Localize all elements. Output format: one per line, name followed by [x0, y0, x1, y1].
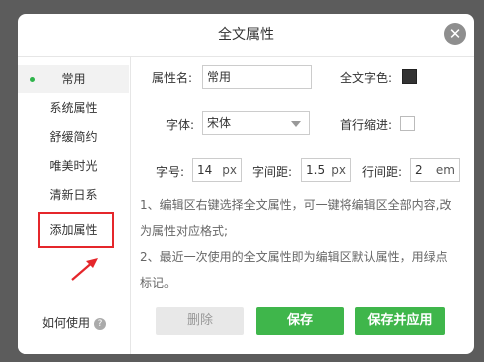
note-2: 2、最近一次使用的全文属性即为编辑区默认属性，用绿点标记。: [140, 250, 448, 290]
help-link[interactable]: 如何使用?: [42, 314, 107, 331]
line-height-value: 2: [415, 163, 423, 177]
sidebar-item-label: 清新日系: [49, 188, 98, 202]
font-size-unit: px: [222, 163, 237, 177]
sidebar-item-label: 舒缓简约: [49, 130, 98, 144]
indent-checkbox[interactable]: [400, 116, 415, 131]
question-icon: ?: [94, 317, 107, 330]
red-arrow-icon: [71, 258, 98, 281]
save-button[interactable]: 保存: [256, 307, 344, 335]
font-select[interactable]: 宋体: [202, 111, 310, 135]
letter-spacing-unit: px: [331, 163, 346, 177]
highlight-box: [38, 212, 114, 248]
dialog-header: 全文属性: [18, 14, 474, 57]
sidebar-item-label: 唯美时光: [49, 159, 98, 173]
font-size-input[interactable]: 14 px: [192, 158, 242, 182]
font-size-value: 14: [197, 163, 213, 177]
letter-spacing-input[interactable]: 1.5 px: [301, 158, 351, 182]
active-dot-icon: [30, 77, 35, 82]
name-input-value: 常用: [207, 70, 232, 84]
font-select-value: 宋体: [207, 116, 232, 130]
sidebar-item-system[interactable]: 系统属性: [18, 94, 129, 122]
close-button[interactable]: ✕: [444, 23, 466, 45]
chevron-down-icon: [291, 121, 301, 127]
sidebar-item-label: 系统属性: [49, 101, 98, 115]
sidebar: 常用 系统属性 舒缓简约 唯美时光 清新日系 添加属性 如何使用?: [18, 57, 131, 354]
sidebar-item-fresh[interactable]: 清新日系: [18, 181, 129, 209]
sidebar-item-soothing[interactable]: 舒缓简约: [18, 123, 129, 151]
font-size-label: 字号:: [156, 165, 185, 179]
sidebar-item-label: 常用: [61, 72, 86, 86]
sidebar-item-beautiful[interactable]: 唯美时光: [18, 152, 129, 180]
delete-button[interactable]: 删除: [156, 307, 244, 335]
line-height-label: 行间距:: [362, 165, 403, 179]
text-color-label: 全文字色:: [340, 71, 393, 85]
letter-spacing-label: 字间距:: [252, 165, 293, 179]
note-1: 1、编辑区右键选择全文属性，可一键将编辑区全部内容,改为属性对应格式;: [140, 198, 452, 238]
name-label: 属性名:: [152, 71, 193, 85]
indent-label: 首行缩进:: [340, 118, 393, 132]
help-label: 如何使用: [42, 316, 91, 330]
full-text-properties-dialog: 全文属性 ✕ 常用 系统属性 舒缓简约 唯美时光 清新日系 添加属性 如何使用?: [18, 14, 474, 354]
sidebar-item-common[interactable]: 常用: [18, 65, 129, 93]
dialog-title: 全文属性: [218, 27, 274, 43]
line-height-unit: em: [435, 163, 455, 177]
line-height-input[interactable]: 2 em: [410, 158, 460, 182]
name-input[interactable]: 常用: [202, 65, 312, 89]
save-apply-button[interactable]: 保存并应用: [355, 307, 445, 335]
text-color-swatch[interactable]: [402, 69, 417, 84]
close-icon: ✕: [448, 25, 462, 43]
letter-spacing-value: 1.5: [306, 163, 326, 177]
font-label: 字体:: [166, 118, 195, 132]
